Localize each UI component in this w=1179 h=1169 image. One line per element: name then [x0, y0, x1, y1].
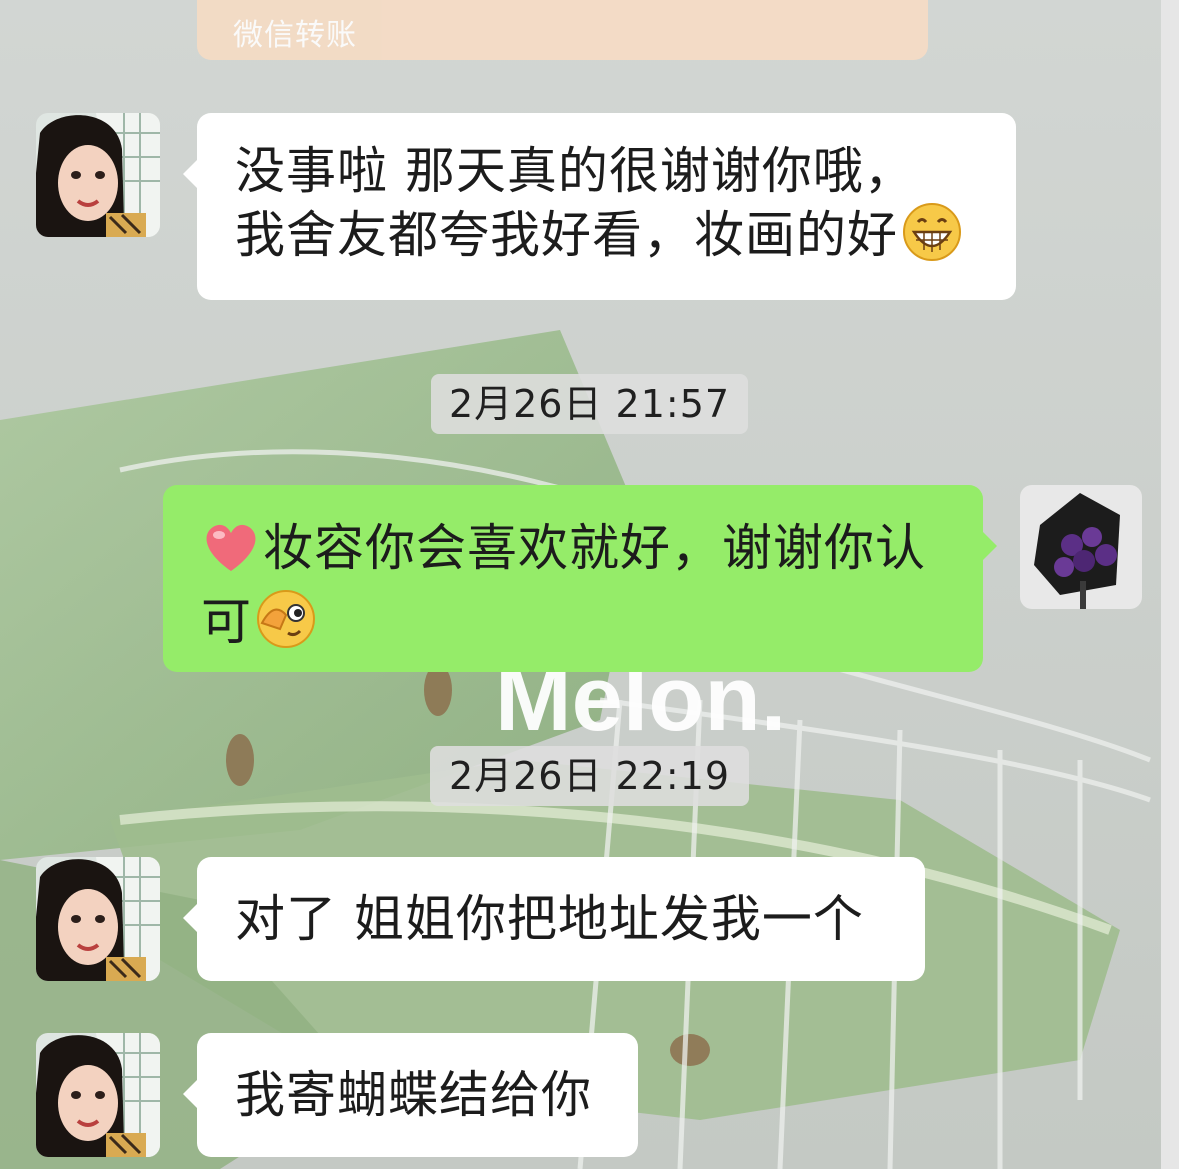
message-line: 我舍友都夸我好看，妆画的好: [235, 202, 980, 276]
contact-avatar[interactable]: [36, 1033, 160, 1157]
message-line: 对了 姐姐你把地址发我一个: [235, 890, 864, 948]
my-avatar[interactable]: [1020, 485, 1142, 609]
heart-emoji: [201, 519, 261, 589]
message-line: 可: [201, 589, 953, 663]
message-line: 妆容你会喜欢就好，谢谢你认: [201, 517, 953, 589]
incoming-message[interactable]: 没事啦 那天真的很谢谢你哦， 我舍友都夸我好看，妆画的好: [183, 113, 1016, 300]
contact-avatar[interactable]: [36, 113, 160, 237]
wechat-transfer-card[interactable]: 微信转账: [197, 0, 928, 60]
winking-face-emoji: [256, 589, 316, 663]
timestamp: 2月26日 22:19: [430, 746, 749, 806]
contact-avatar[interactable]: [36, 857, 160, 981]
incoming-message[interactable]: 对了 姐姐你把地址发我一个: [183, 857, 925, 981]
message-line: 我寄蝴蝶结给你: [235, 1066, 592, 1124]
transfer-label: 微信转账: [233, 18, 357, 53]
edge-strip: [1161, 0, 1179, 1169]
timestamp: 2月26日 21:57: [431, 374, 748, 434]
outgoing-message[interactable]: 妆容你会喜欢就好，谢谢你认 可: [163, 485, 997, 672]
message-line: 没事啦 那天真的很谢谢你哦，: [235, 142, 915, 200]
incoming-message[interactable]: 我寄蝴蝶结给你: [183, 1033, 638, 1157]
grinning-face-emoji: [902, 202, 962, 276]
